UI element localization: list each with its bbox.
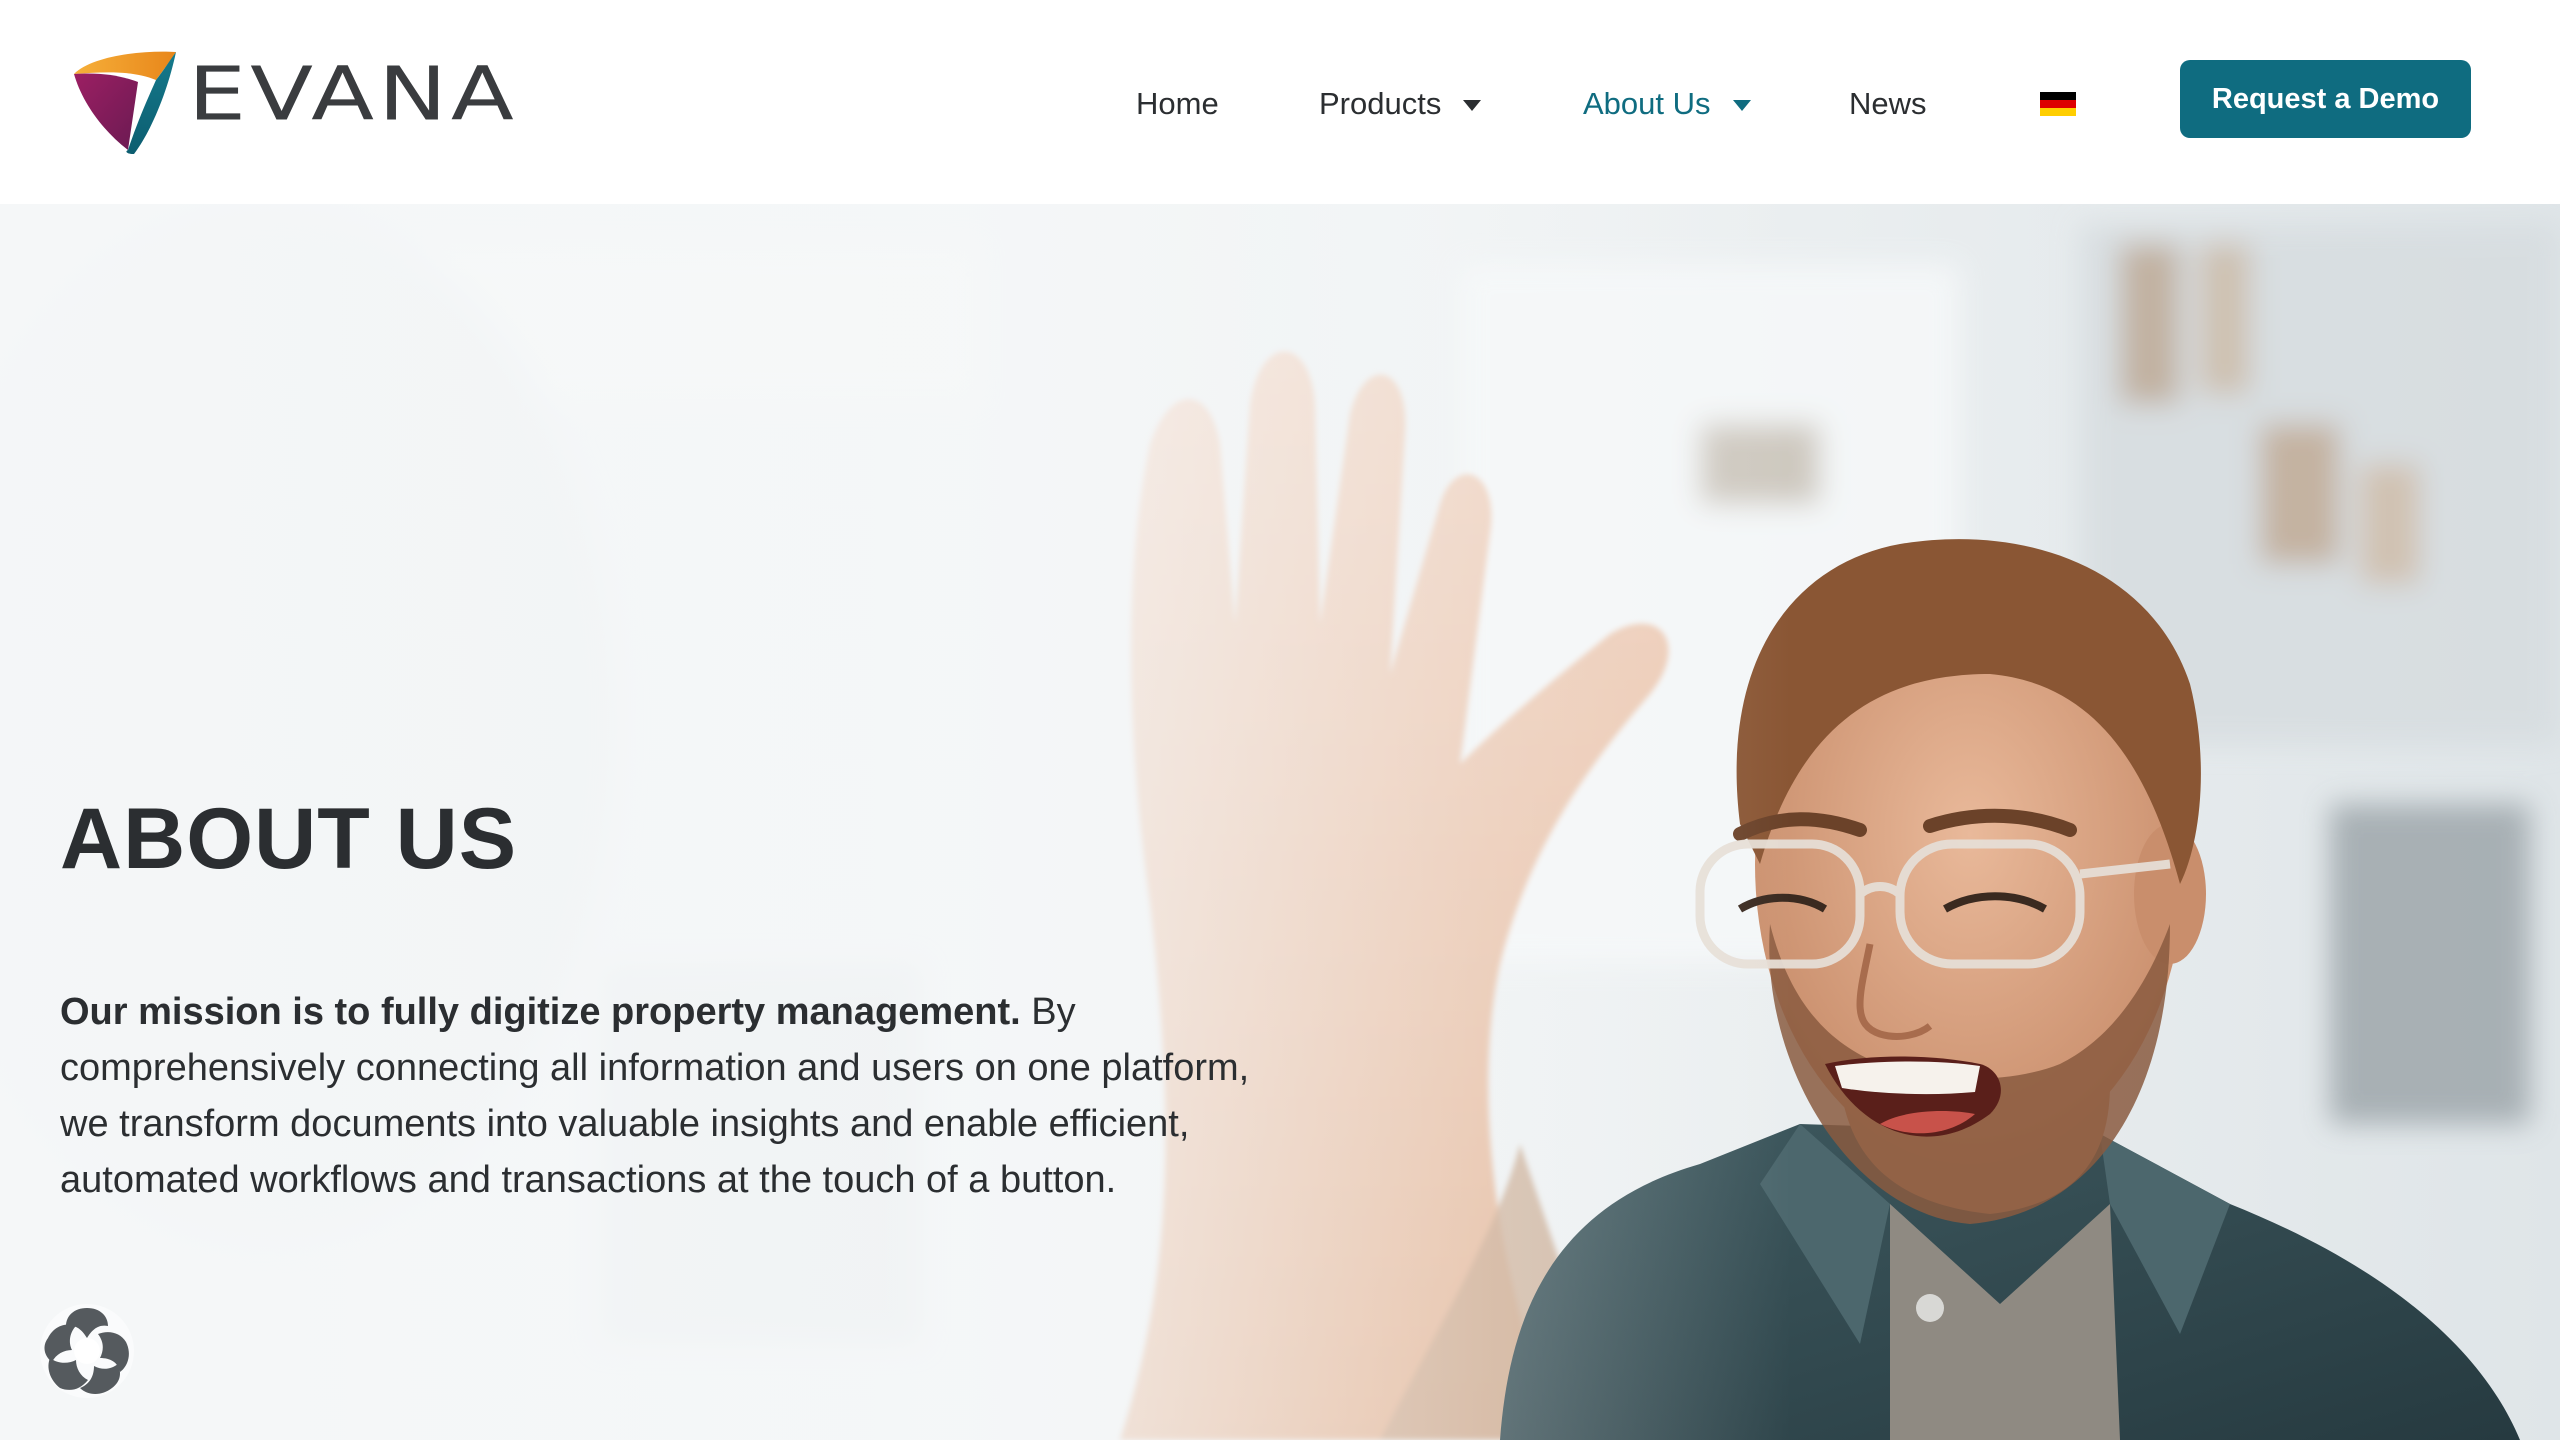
evana-logo-wordmark: EVANA — [188, 51, 518, 138]
about-hero: ABOUT US Our mission is to fully digitiz… — [0, 204, 2560, 1440]
german-flag-icon[interactable] — [2040, 92, 2076, 116]
nav-home[interactable]: Home — [1136, 76, 1219, 132]
evana-logo-mark-icon — [74, 51, 176, 154]
request-demo-button[interactable]: Request a Demo — [2180, 60, 2471, 138]
mission-statement-bold: Our mission is to fully digitize propert… — [60, 991, 1021, 1033]
cookie-settings-icon[interactable] — [38, 1302, 136, 1400]
mission-statement: Our mission is to fully digitize propert… — [60, 984, 1280, 1208]
nav-about-us-label: About Us — [1583, 86, 1711, 121]
nav-news[interactable]: News — [1849, 76, 1927, 132]
nav-news-label: News — [1849, 86, 1927, 121]
nav-about-us[interactable]: About Us — [1583, 76, 1751, 132]
evana-logo[interactable]: EVANA — [72, 50, 532, 156]
chevron-down-icon — [1732, 99, 1751, 111]
site-header: EVANA Home Products About Us News Reques… — [0, 0, 2560, 204]
chevron-down-icon — [1463, 99, 1482, 111]
nav-home-label: Home — [1136, 86, 1219, 121]
page-title: ABOUT US — [60, 791, 518, 887]
nav-products[interactable]: Products — [1319, 76, 1482, 132]
nav-products-label: Products — [1319, 86, 1442, 121]
